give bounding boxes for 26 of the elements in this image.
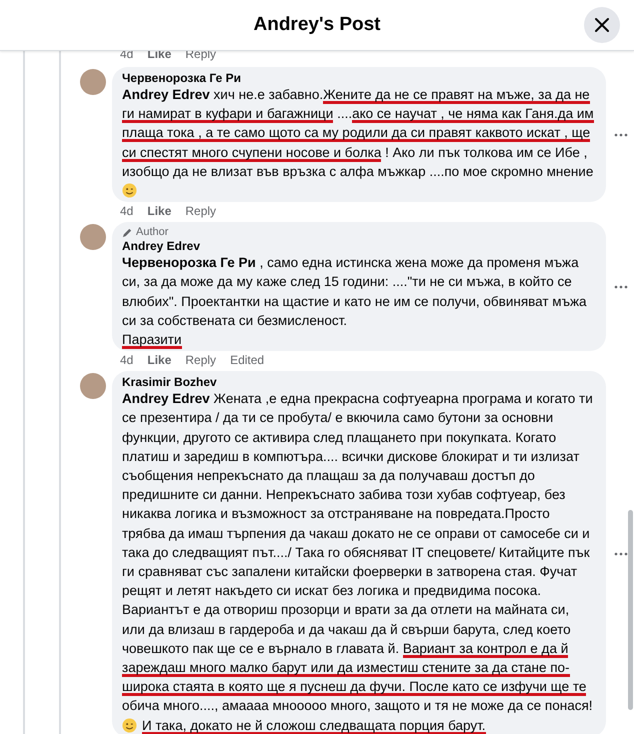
avatar[interactable] xyxy=(80,224,106,250)
window-title: Andrey's Post xyxy=(254,14,380,36)
avatar[interactable] xyxy=(80,69,106,95)
more-options-icon[interactable] xyxy=(614,552,628,556)
scrollbar-thumb[interactable] xyxy=(628,510,633,710)
author-name[interactable]: Krasimir Bozhev xyxy=(122,375,594,390)
author-name[interactable]: Червенорозка Ге Ри xyxy=(122,71,594,85)
smiley-icon xyxy=(122,718,137,733)
edited-label: Edited xyxy=(230,353,264,368)
author-badge: Author xyxy=(122,226,594,240)
close-icon xyxy=(594,17,610,33)
more-options-icon[interactable] xyxy=(614,132,628,137)
like-link[interactable]: Like xyxy=(147,204,172,218)
reply-link[interactable]: Reply xyxy=(185,204,216,218)
avatar[interactable] xyxy=(80,373,106,400)
close-button[interactable] xyxy=(584,7,620,43)
reply-link[interactable]: Reply xyxy=(185,353,216,368)
comment-text: Andrey Edrev Жената ,е една прекрасна софтуеарна програма и когато ти се презентира / да ти се пробута/ е вкючила само бутони за основни функции, другото се активира след плащането при покупката. Когато платиш и заредиш в компютъра.... всички дискове блокират и ти излизат съобщения непрекъснато да плащаш за да получаваш достъп до предишните си данни. Непрекъснато забива този хубав софтуеар, без никаква логика и възможност за отстраняване на повредата.Просто трябва да имаш търпения да чакаш докато не се оправи от самосебе си и така до следващият път..../ Така го обясняват IT спецовете/ Китайците пък ги сравняват със запалени китайски фоерверки в затворена стая. Фучат рещят и летят накъдето си искат без логика и предвидима посока. Вариантът е да отвориш прозорци и врати за да отлети на майната си, или да влизаш в гардероба и да чакаш да й свърши барута, след което човешкото пак ще се е върнало в главата й. Вариант за контрол е да й зареждаш много малко барут или да изместиш стените за да стане по-широка стаята в която ще я пуснеш да фучи. После като се изфучи ще те обича много...., амаааа мнооооо много, защото и тя не може да се понася! И така, докато не й сложош следващата порция барут. xyxy=(122,390,594,734)
comment-text: Червенорозка Ге Ри , само една истинска жена може да променя мъжа си, за да може да му каже след 15 години: ...."ти не си мъжа, в който се влюбих". Проектантки на щастие и като не им се получи, обвиняват мъжа си за собствената си безмисленост. Паразити xyxy=(122,254,588,350)
more-options-icon[interactable] xyxy=(614,284,628,289)
like-link[interactable]: Like xyxy=(147,353,172,368)
author-name[interactable]: Andrey Edrev xyxy=(122,239,594,254)
smiley-icon xyxy=(122,183,137,198)
comment-text: Andrey Edrev хич не.е забавно.Жените да не се правят на мъже, за да не ги намират в куфари и багажници ....ако се научат , че няма как Ганя.да им плаща тока , а те само щото са му родили да си правят каквото искат , ще си спестят много счупени носове и болка ! Ако ли пък толкова им се Ибе , изобщо да не влизат във връзка с алфа мъжкар ....по мое скромно мнение xyxy=(122,85,594,200)
comment-time[interactable]: 4d xyxy=(120,353,134,368)
comment-time[interactable]: 4d xyxy=(120,204,134,218)
